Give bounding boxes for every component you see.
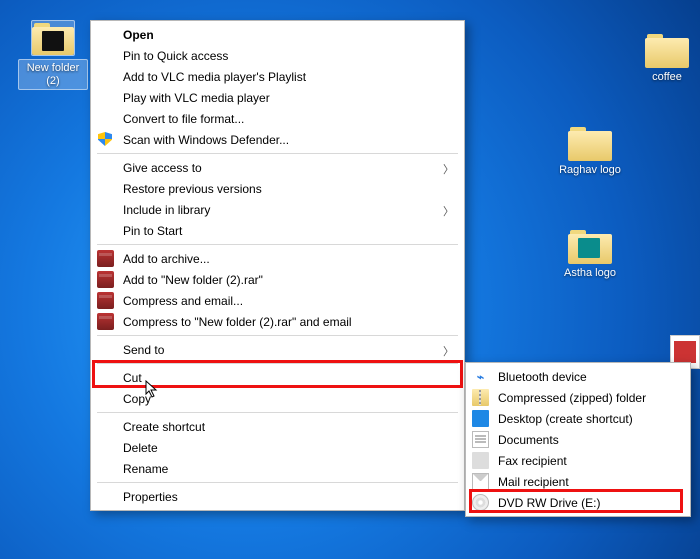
menu-rename[interactable]: Rename [91,458,464,479]
submenu-dvd[interactable]: DVD RW Drive (E:) [466,492,690,513]
menu-pin-start[interactable]: Pin to Start [91,220,464,241]
menu-separator [97,153,458,154]
menu-delete[interactable]: Delete [91,437,464,458]
menu-label: Desktop (create shortcut) [498,412,633,426]
menu-label: Pin to Quick access [123,49,228,63]
menu-label: DVD RW Drive (E:) [498,496,600,510]
desktop-icon-label: Astha logo [555,267,625,280]
winrar-icon [97,271,114,288]
menu-label: Delete [123,441,158,455]
menu-restore[interactable]: Restore previous versions [91,178,464,199]
menu-defender[interactable]: Scan with Windows Defender... [91,129,464,150]
desktop-icon-astha[interactable]: Astha logo [555,228,625,280]
menu-label: Copy [123,392,151,406]
menu-label: Documents [498,433,559,447]
menu-add-archive[interactable]: Add to archive... [91,248,464,269]
menu-separator [97,482,458,483]
menu-convert[interactable]: Convert to file format... [91,108,464,129]
menu-label: Send to [123,343,164,357]
menu-label: Compress and email... [123,294,243,308]
menu-label: Add to "New folder (2).rar" [123,273,263,287]
submenu-bluetooth[interactable]: ⌁ Bluetooth device [466,366,690,387]
menu-label: Convert to file format... [123,112,244,126]
menu-label: Mail recipient [498,475,569,489]
menu-label: Pin to Start [123,224,182,238]
menu-label: Add to VLC media player's Playlist [123,70,306,84]
desktop-icon-coffee[interactable]: coffee [632,32,700,84]
folder-icon [568,125,612,161]
menu-label: Give access to [123,161,202,175]
menu-pin-quick-access[interactable]: Pin to Quick access [91,45,464,66]
submenu-desktop-shortcut[interactable]: Desktop (create shortcut) [466,408,690,429]
menu-label: Cut [123,371,142,385]
menu-label: Compressed (zipped) folder [498,391,646,405]
submenu-fax[interactable]: Fax recipient [466,450,690,471]
menu-send-to[interactable]: Send to 〉 [91,339,464,360]
desktop-icon-new-folder[interactable]: New folder (2) [18,20,88,90]
menu-label: Include in library [123,203,210,217]
menu-include-library[interactable]: Include in library 〉 [91,199,464,220]
menu-label: Open [123,28,154,42]
menu-vlc-playlist[interactable]: Add to VLC media player's Playlist [91,66,464,87]
menu-label: Rename [123,462,168,476]
desktop-icon-raghav[interactable]: Raghav logo [555,125,625,177]
menu-label: Create shortcut [123,420,205,434]
menu-label: Add to archive... [123,252,210,266]
menu-add-rar[interactable]: Add to "New folder (2).rar" [91,269,464,290]
menu-label: Properties [123,490,178,504]
desktop-icon-label: New folder (2) [18,59,88,90]
dvd-icon [472,494,489,511]
winrar-icon [97,292,114,309]
menu-separator [97,335,458,336]
menu-label: Restore previous versions [123,182,262,196]
menu-label: Fax recipient [498,454,567,468]
menu-vlc-play[interactable]: Play with VLC media player [91,87,464,108]
menu-cut[interactable]: Cut [91,367,464,388]
folder-icon [31,20,75,56]
desktop-icon-label: coffee [632,71,700,84]
menu-label: Scan with Windows Defender... [123,133,289,147]
documents-icon [472,431,489,448]
menu-separator [97,363,458,364]
menu-label: Compress to "New folder (2).rar" and ema… [123,315,352,329]
menu-separator [97,244,458,245]
fax-icon [472,452,489,469]
menu-give-access[interactable]: Give access to 〉 [91,157,464,178]
chevron-right-icon: 〉 [443,203,454,219]
menu-separator [97,412,458,413]
chevron-right-icon: 〉 [443,161,454,177]
menu-label: Bluetooth device [498,370,587,384]
menu-compress-email[interactable]: Compress and email... [91,290,464,311]
menu-create-shortcut[interactable]: Create shortcut [91,416,464,437]
context-menu: Open Pin to Quick access Add to VLC medi… [90,20,465,511]
menu-compress-rar-email[interactable]: Compress to "New folder (2).rar" and ema… [91,311,464,332]
mail-icon [472,473,489,490]
folder-icon [645,32,689,68]
winrar-icon [97,250,114,267]
desktop-icon [472,410,489,427]
submenu-compressed[interactable]: Compressed (zipped) folder [466,387,690,408]
submenu-mail[interactable]: Mail recipient [466,471,690,492]
menu-properties[interactable]: Properties [91,486,464,507]
menu-open[interactable]: Open [91,24,464,45]
chevron-right-icon: 〉 [443,343,454,359]
folder-icon [568,228,612,264]
zip-icon [472,389,489,406]
menu-copy[interactable]: Copy [91,388,464,409]
send-to-submenu: ⌁ Bluetooth device Compressed (zipped) fo… [465,362,691,517]
winrar-icon [97,313,114,330]
shield-icon [97,131,114,148]
desktop-icon-label: Raghav logo [555,164,625,177]
menu-label: Play with VLC media player [123,91,270,105]
desktop[interactable]: New folder (2) coffee Raghav logo Astha … [0,0,700,559]
submenu-documents[interactable]: Documents [466,429,690,450]
bluetooth-icon: ⌁ [472,368,489,385]
